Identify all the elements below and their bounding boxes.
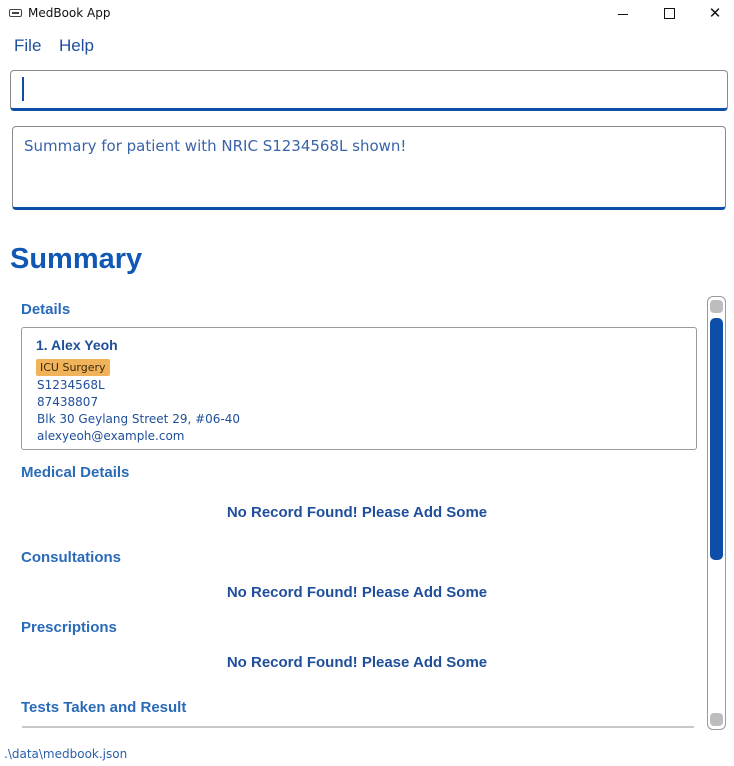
scroll-thumb[interactable] xyxy=(710,318,723,560)
vertical-scrollbar[interactable] xyxy=(707,296,726,730)
section-label-details: Details xyxy=(21,301,71,318)
patient-name: 1. Alex Yeoh xyxy=(36,337,118,353)
medical-details-empty: No Record Found! Please Add Some xyxy=(226,504,488,521)
patient-tag: ICU Surgery xyxy=(36,359,110,376)
prescriptions-empty: No Record Found! Please Add Some xyxy=(226,654,488,671)
section-label-consultations: Consultations xyxy=(21,549,121,566)
maximize-icon xyxy=(664,8,675,19)
page-title: Summary xyxy=(10,243,143,275)
menu-file[interactable]: File xyxy=(14,36,41,56)
scroll-down-button[interactable] xyxy=(710,713,723,726)
patient-phone: 87438807 xyxy=(37,395,99,409)
section-label-medical-details: Medical Details xyxy=(21,464,130,481)
command-input[interactable] xyxy=(10,70,728,111)
section-label-prescriptions: Prescriptions xyxy=(21,619,117,636)
patient-address: Blk 30 Geylang Street 29, #06-40 xyxy=(37,412,241,426)
minimize-icon xyxy=(618,14,628,15)
menu-help[interactable]: Help xyxy=(59,36,94,56)
close-icon: ✕ xyxy=(708,4,722,22)
consultations-empty: No Record Found! Please Add Some xyxy=(226,584,488,601)
close-button[interactable]: ✕ xyxy=(692,0,734,28)
title-bar: MedBook App ✕ xyxy=(0,0,734,28)
section-label-tests: Tests Taken and Result xyxy=(21,699,187,716)
patient-card[interactable]: 1. Alex Yeoh ICU Surgery S1234568L 87438… xyxy=(21,327,697,450)
summary-panel[interactable]: Details 1. Alex Yeoh ICU Surgery S123456… xyxy=(10,292,704,732)
maximize-button[interactable] xyxy=(646,0,692,28)
status-bar-path: .\data\medbook.json xyxy=(4,747,128,761)
result-message: Summary for patient with NRIC S1234568L … xyxy=(24,137,407,155)
minimize-button[interactable] xyxy=(600,0,646,28)
window-title: MedBook App xyxy=(28,6,111,20)
menu-bar: File Help xyxy=(0,34,734,60)
divider xyxy=(22,726,694,728)
patient-email: alexyeoh@example.com xyxy=(37,429,185,443)
result-display: Summary for patient with NRIC S1234568L … xyxy=(12,126,726,210)
patient-nric: S1234568L xyxy=(37,378,105,392)
text-caret xyxy=(22,77,24,101)
app-icon xyxy=(9,9,22,17)
scroll-up-button[interactable] xyxy=(710,300,723,313)
